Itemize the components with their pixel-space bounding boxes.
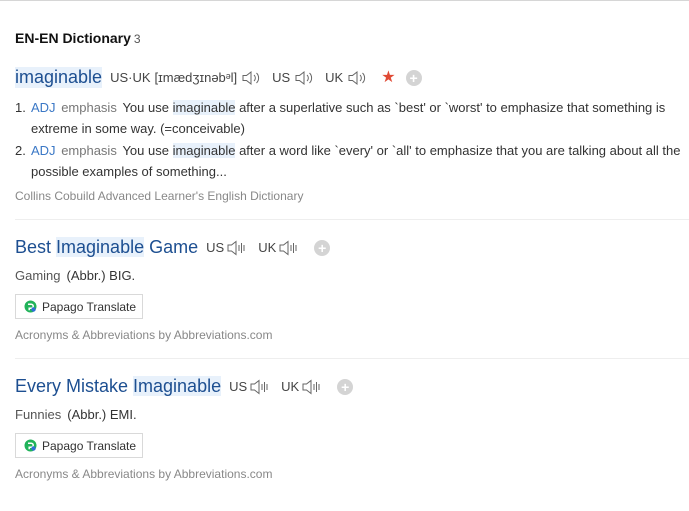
- entry3-title[interactable]: Every Mistake Imaginable: [15, 376, 222, 397]
- grammar-note: emphasis: [61, 100, 117, 115]
- add-wordbook-icon[interactable]: +: [405, 69, 422, 86]
- us-label: US: [206, 240, 225, 255]
- sense-text: You use: [122, 100, 173, 115]
- part-of-speech: ADJ: [31, 143, 56, 158]
- entry2-source[interactable]: Acronyms & Abbreviations by Abbreviation…: [15, 328, 272, 342]
- entry3-meta: Funnies (Abbr.) EMI.: [15, 407, 137, 422]
- entry2-meta: Gaming (Abbr.) BIG.: [15, 268, 135, 283]
- papago-icon: [24, 300, 37, 313]
- entry3-title-part: Every Mistake: [15, 376, 134, 396]
- speaker-uk-icon[interactable]: [278, 239, 302, 257]
- entry3-header: Every Mistake Imaginable US UK +: [15, 376, 354, 397]
- us-label: US: [229, 379, 248, 394]
- divider: [15, 219, 689, 220]
- add-wordbook-icon[interactable]: +: [337, 378, 354, 395]
- sense-text: You use: [122, 143, 173, 158]
- entry1-headword[interactable]: imaginable: [15, 67, 103, 88]
- speaker-uk-icon[interactable]: [347, 70, 369, 86]
- papago-label: Papago Translate: [42, 299, 137, 314]
- uk-label: UK: [258, 240, 277, 255]
- uk-label: UK: [281, 379, 300, 394]
- part-of-speech: ADJ: [31, 100, 56, 115]
- section-title-text: EN-EN Dictionary: [15, 30, 131, 46]
- pronunciation: [ɪmædʒɪnəbᵊl]: [154, 70, 238, 85]
- result-count: 3: [133, 32, 141, 46]
- star-icon[interactable]: ★: [381, 69, 395, 86]
- speaker-us-icon[interactable]: [226, 239, 250, 257]
- sense-number: 1.: [15, 100, 26, 115]
- sense-highlight: imaginable: [172, 143, 236, 158]
- us-label: US: [272, 70, 291, 85]
- papago-translate-button[interactable]: Papago Translate: [15, 433, 143, 458]
- abbreviation: (Abbr.) EMI.: [67, 407, 137, 422]
- sense-highlight: imaginable: [172, 100, 236, 115]
- entry2-header: Best Imaginable Game US UK +: [15, 237, 331, 258]
- category-label: Gaming: [15, 268, 61, 283]
- papago-icon: [24, 439, 37, 452]
- sense-item: 1. ADJ emphasis You use imaginable after…: [15, 97, 689, 139]
- speaker-us-icon[interactable]: [249, 378, 273, 396]
- sense-item: 2. ADJ emphasis You use imaginable after…: [15, 140, 689, 182]
- entry2-title-part: Best: [15, 237, 57, 257]
- entry3-source[interactable]: Acronyms & Abbreviations by Abbreviation…: [15, 467, 272, 481]
- grammar-note: emphasis: [61, 143, 117, 158]
- speaker-uk-icon[interactable]: [301, 378, 325, 396]
- papago-translate-button[interactable]: Papago Translate: [15, 294, 143, 319]
- sense-number: 2.: [15, 143, 26, 158]
- section-title: EN-EN Dictionary 3: [15, 30, 141, 46]
- us-uk-label: US·UK: [110, 70, 151, 85]
- entry2-title[interactable]: Best Imaginable Game: [15, 237, 198, 258]
- add-wordbook-icon[interactable]: +: [314, 239, 331, 256]
- entry2-title-part2: Game: [144, 237, 199, 257]
- divider: [15, 358, 689, 359]
- uk-label: UK: [325, 70, 344, 85]
- papago-label: Papago Translate: [42, 438, 137, 453]
- category-label: Funnies: [15, 407, 62, 422]
- entry1-header: imaginable US·UK [ɪmædʒɪnəbᵊl] US UK ★ +: [15, 67, 422, 88]
- abbreviation: (Abbr.) BIG.: [66, 268, 136, 283]
- entry3-title-highlight: Imaginable: [133, 376, 222, 396]
- entry2-title-highlight: Imaginable: [56, 237, 145, 257]
- speaker-us-icon[interactable]: [294, 70, 316, 86]
- speaker-icon[interactable]: [241, 70, 263, 86]
- entry1-source[interactable]: Collins Cobuild Advanced Learner's Engli…: [15, 189, 303, 203]
- top-border: [0, 0, 689, 1]
